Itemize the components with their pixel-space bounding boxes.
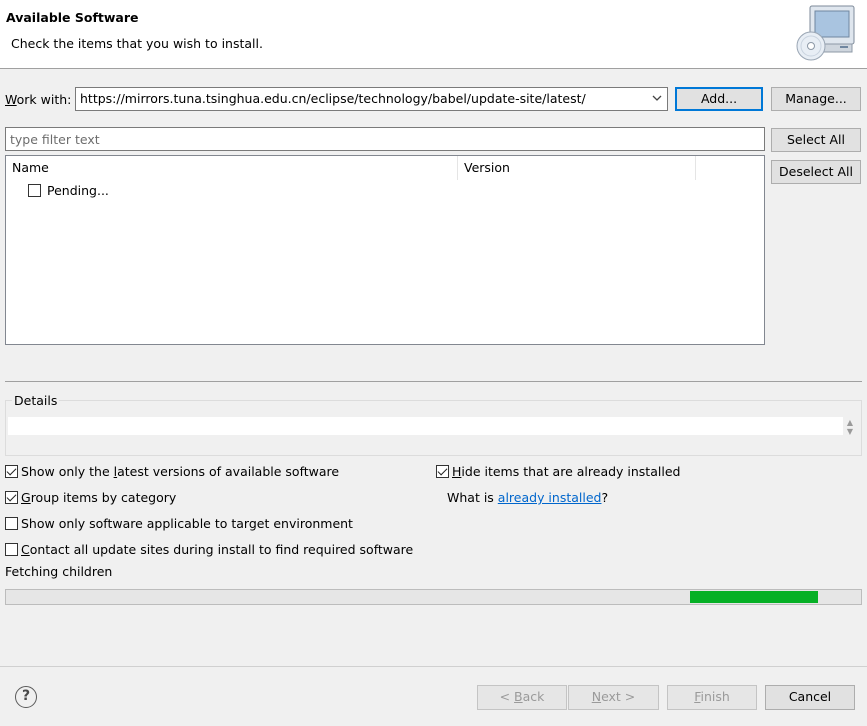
software-table[interactable]: Name Version Pending... bbox=[5, 155, 765, 345]
progress-bar bbox=[5, 589, 862, 605]
hide-installed-checkbox[interactable] bbox=[436, 465, 449, 478]
option-contact-sites[interactable]: Contact all update sites during install … bbox=[5, 542, 413, 557]
details-legend: Details bbox=[12, 393, 60, 408]
table-row[interactable]: Pending... bbox=[28, 183, 109, 198]
install-monitor-cd-icon bbox=[794, 2, 864, 66]
hide-installed-label: Hide items that are already installed bbox=[452, 464, 681, 479]
work-with-url: https://mirrors.tuna.tsinghua.edu.cn/ecl… bbox=[80, 91, 586, 106]
progress-bar-fill bbox=[690, 591, 818, 603]
details-scroll-arrows[interactable]: ▲ ▼ bbox=[844, 418, 856, 438]
column-header-name[interactable]: Name bbox=[6, 156, 458, 180]
status-text: Fetching children bbox=[5, 564, 113, 579]
work-with-label: Work with: bbox=[5, 92, 72, 107]
target-env-checkbox[interactable] bbox=[5, 517, 18, 530]
cancel-button[interactable]: Cancel bbox=[765, 685, 855, 710]
group-by-category-checkbox[interactable] bbox=[5, 491, 18, 504]
chevron-down-icon[interactable] bbox=[651, 91, 663, 105]
latest-versions-checkbox[interactable] bbox=[5, 465, 18, 478]
manage-button[interactable]: Manage... bbox=[771, 87, 861, 111]
add-button[interactable]: Add... bbox=[675, 87, 763, 111]
page-title: Available Software bbox=[6, 10, 139, 25]
option-hide-installed[interactable]: Hide items that are already installed bbox=[436, 464, 680, 479]
option-group-by-category[interactable]: Group items by category bbox=[5, 490, 176, 505]
contact-sites-label: Contact all update sites during install … bbox=[21, 542, 414, 557]
option-target-env[interactable]: Show only software applicable to target … bbox=[5, 516, 353, 531]
question-circle-icon[interactable]: ? bbox=[15, 686, 37, 708]
group-by-category-label: Group items by category bbox=[21, 490, 177, 505]
row-name: Pending... bbox=[47, 183, 109, 198]
row-checkbox[interactable] bbox=[28, 184, 41, 197]
footer-separator bbox=[0, 666, 867, 667]
finish-button[interactable]: Finish bbox=[667, 685, 757, 710]
next-button[interactable]: Next > bbox=[568, 685, 659, 710]
select-all-button[interactable]: Select All bbox=[771, 128, 861, 152]
target-env-label: Show only software applicable to target … bbox=[21, 516, 353, 531]
contact-sites-checkbox[interactable] bbox=[5, 543, 18, 556]
what-is-installed: What is already installed? bbox=[447, 490, 609, 505]
back-button[interactable]: < Back bbox=[477, 685, 567, 710]
latest-versions-label: Show only the latest versions of availab… bbox=[21, 464, 340, 479]
deselect-all-button[interactable]: Deselect All bbox=[771, 160, 861, 184]
page-subtitle: Check the items that you wish to install… bbox=[11, 36, 263, 51]
column-header-version[interactable]: Version bbox=[458, 156, 696, 180]
separator bbox=[5, 381, 862, 382]
option-latest-versions[interactable]: Show only the latest versions of availab… bbox=[5, 464, 339, 479]
wizard-header: Available Software Check the items that … bbox=[0, 0, 867, 69]
details-text[interactable] bbox=[8, 417, 843, 435]
already-installed-link[interactable]: already installed bbox=[498, 490, 602, 505]
work-with-combo[interactable]: https://mirrors.tuna.tsinghua.edu.cn/ecl… bbox=[75, 87, 668, 111]
filter-input-box[interactable] bbox=[5, 127, 765, 151]
filter-input[interactable] bbox=[6, 128, 764, 150]
